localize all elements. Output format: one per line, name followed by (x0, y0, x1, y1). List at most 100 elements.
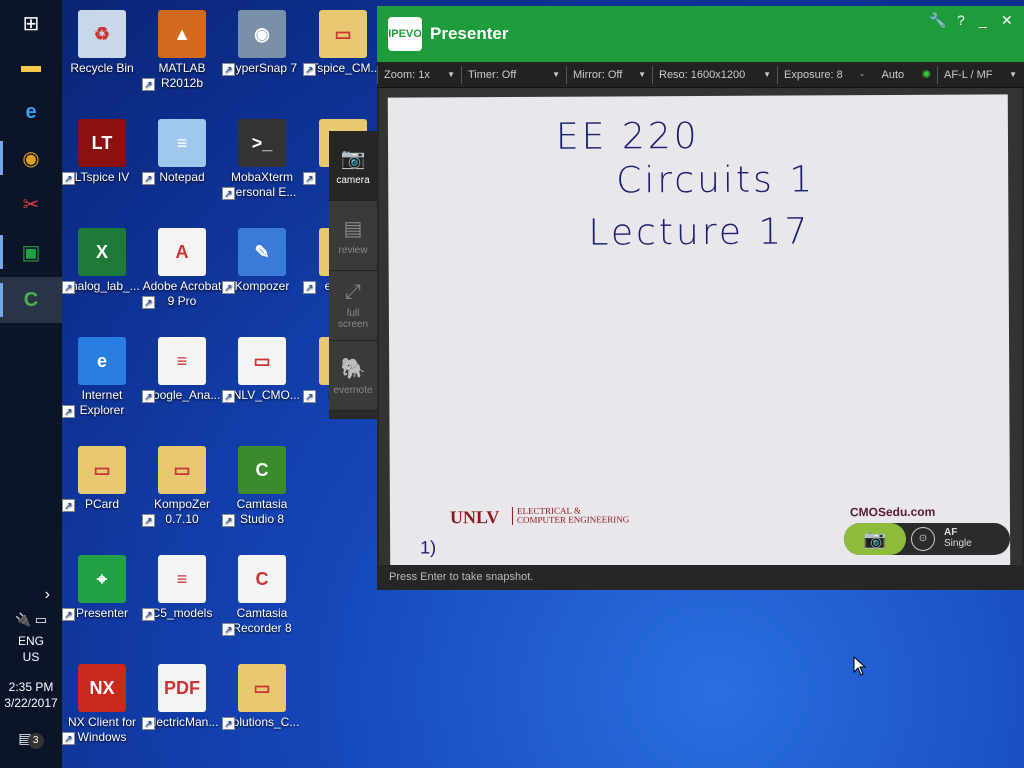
focus-select[interactable]: AF-L / MF ▼ (937, 65, 1023, 84)
desktop-icon[interactable]: ▭ ↗ LTspice_CM... (303, 10, 383, 76)
fullscreen-label-1: full (346, 308, 360, 319)
shortcut-arrow-icon: ↗ (222, 390, 235, 403)
app-icon: PDF (158, 664, 206, 712)
camera-toolbar: Zoom: 1x ▼ Timer: Off ▼ Mirror: Off ▼ Reso:… (377, 62, 1024, 88)
desktop-icon[interactable]: ◉ ↗ HyperSnap 7 (222, 10, 302, 76)
take-snapshot-button[interactable]: 📷 (844, 523, 906, 555)
fullscreen-button[interactable]: ⤢ full screen (329, 271, 377, 341)
chevron-down-icon: ▼ (552, 70, 560, 79)
app-icon: LT (78, 119, 126, 167)
evernote-button[interactable]: 🐘 evernote (329, 341, 377, 411)
app-icon: ⌖ (78, 555, 126, 603)
desktop-icon[interactable]: >_ ↗ MobaXterm Personal E... (222, 119, 302, 200)
af-mode-label[interactable]: AF Single (944, 527, 972, 549)
file-explorer-icon[interactable]: ▬ (0, 43, 62, 89)
desktop-icon[interactable]: ⌖ ↗ Presenter (62, 555, 142, 621)
white-balance-sun-icon[interactable]: ✺ (922, 68, 931, 81)
shortcut-arrow-icon: ↗ (222, 717, 235, 730)
app-icon: ≡ (158, 555, 206, 603)
taskbar: ⊞ ▬ e ◉ ✂ ▣ C › 🔌 ▭ ENG US 2:35 PM 3/22/20… (0, 0, 62, 768)
desktop-icon[interactable]: e ↗ Internet Explorer (62, 337, 142, 418)
af-mode: Single (944, 538, 972, 549)
desktop-icon[interactable]: ▭ ↗ Solutions_C... (222, 664, 302, 730)
language-indicator[interactable]: ENG US (0, 634, 62, 664)
autofocus-button[interactable]: ⊙ (911, 527, 935, 551)
start-button[interactable]: ⊞ (0, 0, 62, 46)
time: 2:35 PM (8, 680, 54, 694)
review-label: review (338, 244, 368, 256)
shortcut-arrow-icon: ↗ (222, 514, 235, 527)
mirror-select[interactable]: Mirror: Off ▼ (566, 65, 652, 84)
chevron-down-icon: ▼ (763, 70, 771, 79)
desktop-icon[interactable]: ▭ ↗ UNLV_CMO... (222, 337, 302, 403)
exposure-value: Exposure: 8 (784, 68, 843, 81)
fullscreen-label-2: screen (337, 319, 368, 330)
notification-count-badge: 3 (27, 733, 44, 749)
ipevo-logo: IPEVO (388, 17, 422, 51)
desktop-icon[interactable]: ▲ ↗ MATLAB R2012b (142, 10, 222, 91)
desktop-icon[interactable]: ✎ ↗ Kompozer (222, 228, 302, 294)
timer-value: Timer: Off (468, 68, 517, 81)
internet-explorer-icon[interactable]: e (0, 89, 62, 135)
shortcut-arrow-icon: ↗ (62, 732, 75, 745)
desktop-icon[interactable]: NX ↗ NX Client for Windows (62, 664, 142, 745)
window-title: Presenter (430, 24, 509, 43)
snipping-tool-icon[interactable]: ✂ (0, 181, 62, 227)
exposure-auto[interactable]: Auto (882, 69, 905, 81)
exposure-decrease[interactable]: - (860, 69, 864, 81)
desktop-icon[interactable]: ▭ ↗ PCard (62, 446, 142, 512)
handwritten-lecture: Lecture 17 (588, 211, 811, 254)
settings-wrench-icon[interactable]: 🔧 (929, 12, 946, 29)
camtasia-taskbar-icon[interactable]: C (0, 277, 62, 323)
chrome-icon[interactable]: ◉ (0, 135, 62, 181)
presenter-taskbar-icon[interactable]: ▣ (0, 229, 62, 275)
clock[interactable]: 2:35 PM 3/22/2017 (0, 680, 62, 710)
shortcut-arrow-icon: ↗ (142, 390, 155, 403)
close-icon[interactable]: ✕ (1001, 12, 1013, 29)
unlv-logo: UNLV (449, 507, 500, 528)
desktop-icon[interactable]: ≡ ↗ Notepad (142, 119, 222, 185)
evernote-label: evernote (333, 384, 373, 396)
shortcut-arrow-icon: ↗ (222, 281, 235, 294)
department-label: ELECTRICAL & COMPUTER ENGINEERING (511, 506, 630, 525)
timer-select[interactable]: Timer: Off ▼ (461, 65, 566, 84)
power-network-icon[interactable]: 🔌 ▭ (0, 612, 62, 628)
action-center-icon[interactable]: ▤3 (0, 730, 62, 749)
shortcut-arrow-icon: ↗ (62, 405, 75, 418)
camera-mode-button[interactable]: 📷 camera (329, 131, 377, 201)
app-icon: ▭ (158, 446, 206, 494)
desktop-icon[interactable]: LT ↗ LTspice IV (62, 119, 142, 185)
app-icon: ▭ (319, 10, 367, 58)
chevron-down-icon: ▼ (1009, 70, 1017, 79)
shortcut-arrow-icon: ↗ (303, 172, 316, 185)
desktop-icon[interactable]: ♻ Recycle Bin (62, 10, 142, 76)
shortcut-arrow-icon: ↗ (142, 717, 155, 730)
review-mode-button[interactable]: ▤ review (329, 201, 377, 271)
minimize-icon[interactable]: _ (979, 12, 987, 28)
zoom-select[interactable]: Zoom: 1x ▼ (377, 65, 461, 84)
help-icon[interactable]: ? (957, 12, 965, 28)
chevron-down-icon: ▼ (638, 70, 646, 79)
desktop-icon[interactable]: C ↗ Camtasia Studio 8 (222, 446, 302, 527)
desktop-icon[interactable]: ▭ ↗ KompoZer 0.7.10 (142, 446, 222, 527)
resolution-select[interactable]: Reso: 1600x1200 ▼ (652, 65, 777, 84)
desktop-icon[interactable]: C ↗ Camtasia Recorder 8 (222, 555, 302, 636)
desktop-icon[interactable]: ≡ ↗ C5_models (142, 555, 222, 621)
shortcut-arrow-icon: ↗ (222, 623, 235, 636)
app-icon: C (238, 555, 286, 603)
desktop-icon[interactable]: A ↗ Adobe Acrobat 9 Pro (142, 228, 222, 309)
review-icon: ▤ (343, 217, 363, 240)
lang: ENG (17, 634, 44, 648)
desktop-icon[interactable]: X ↗ analog_lab_... (62, 228, 142, 294)
app-icon: e (78, 337, 126, 385)
desktop-icon[interactable]: ≡ ↗ Google_Ana... (142, 337, 222, 403)
zoom-value: Zoom: 1x (384, 68, 430, 81)
exposure-control[interactable]: Exposure: 8 - Auto ✺ (777, 65, 937, 84)
show-hidden-icons-chevron-icon[interactable]: › (0, 586, 62, 604)
status-bar: Press Enter to take snapshot. (377, 565, 1024, 590)
desktop-icon-label: Recycle Bin (70, 61, 134, 75)
fullscreen-icon: ⤢ (345, 281, 361, 303)
camera-icon: 📷 (340, 147, 366, 170)
desktop-icon[interactable]: PDF ↗ ElectricMan... (142, 664, 222, 730)
app-icon: A (158, 228, 206, 276)
